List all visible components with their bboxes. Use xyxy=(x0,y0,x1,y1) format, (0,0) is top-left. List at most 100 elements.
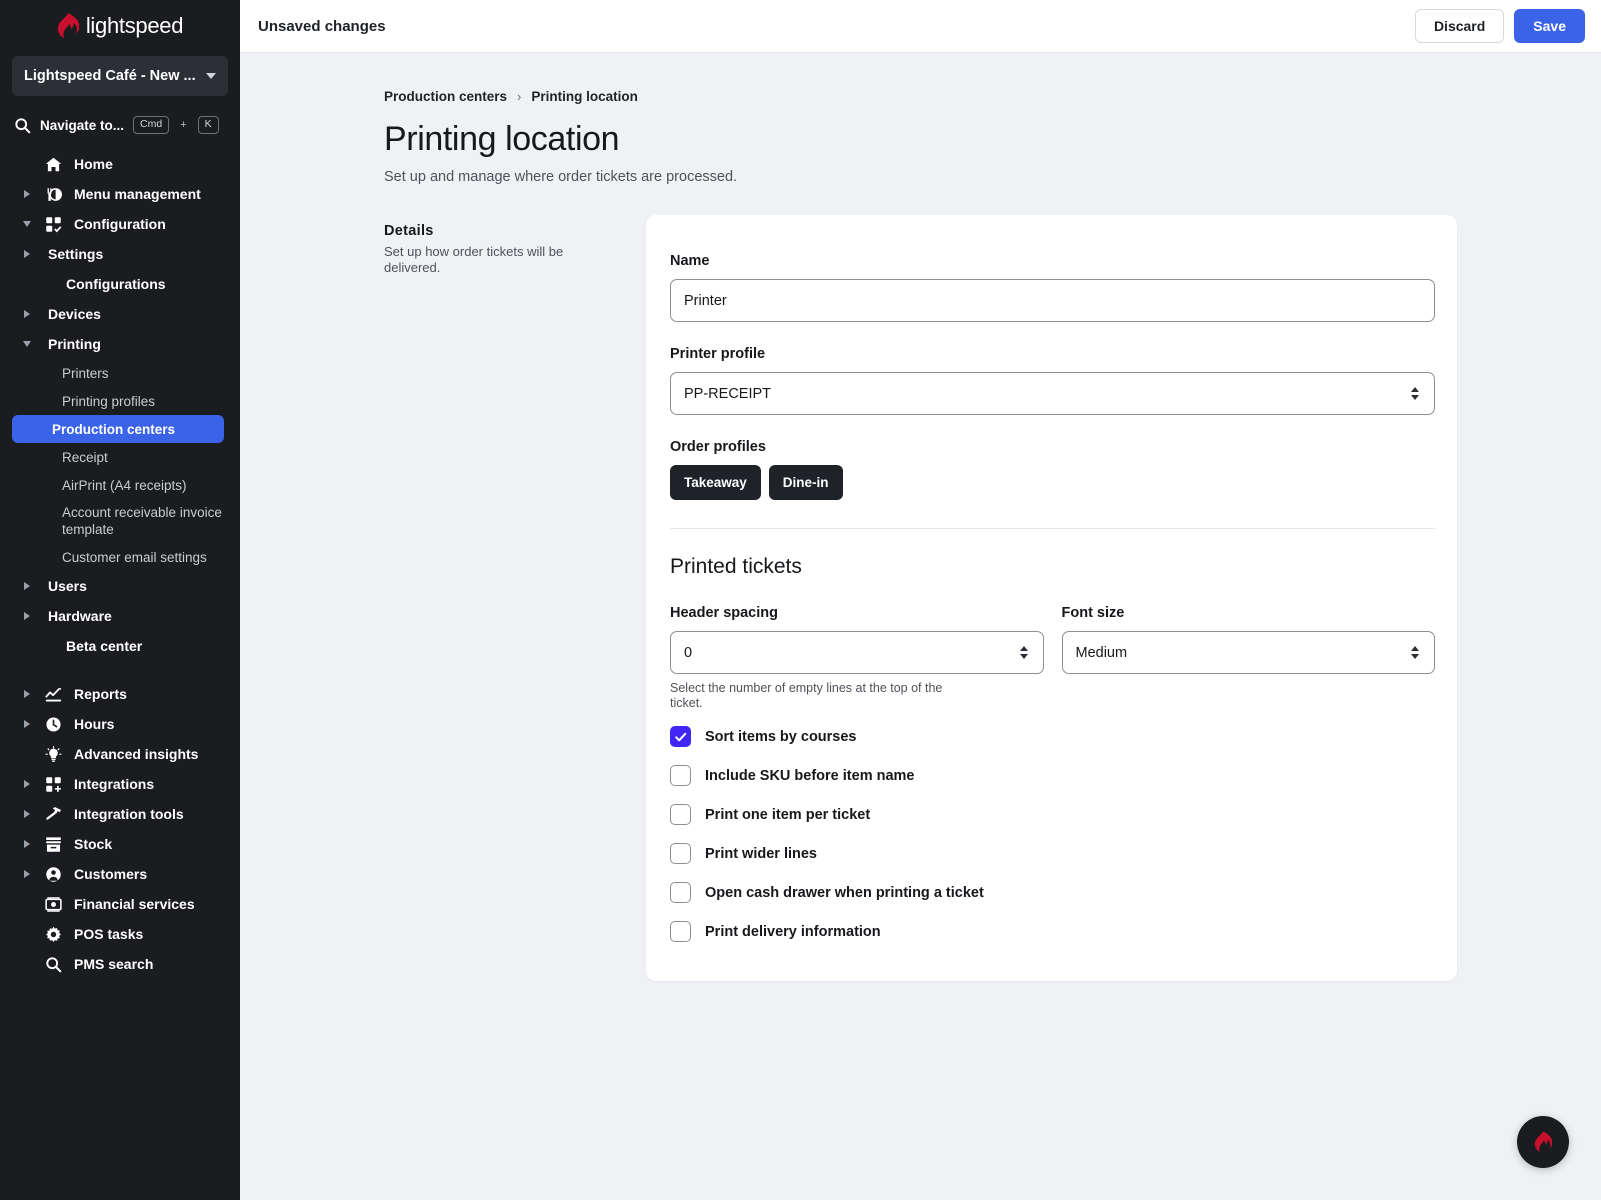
stepper-icon[interactable] xyxy=(1019,646,1028,659)
sidebar-item-label: Configuration xyxy=(74,215,166,232)
breadcrumb-parent[interactable]: Production centers xyxy=(384,89,507,104)
sidebar-item-beta-center[interactable]: Beta center xyxy=(0,631,240,661)
chevron-right-icon[interactable] xyxy=(18,810,36,818)
topbar: Unsaved changes Discard Save xyxy=(240,0,1601,53)
sidebar-item-label: Hours xyxy=(74,715,115,732)
sidebar-item-advanced-insights[interactable]: Advanced insights xyxy=(0,739,240,769)
order-profiles-label: Order profiles xyxy=(670,439,766,455)
sidebar-item-label: Devices xyxy=(48,305,101,322)
checkbox-row-sort-items-by-courses[interactable]: Sort items by courses xyxy=(670,717,1435,756)
chevron-right-icon[interactable] xyxy=(18,250,36,258)
checkbox-row-print-wider-lines[interactable]: Print wider lines xyxy=(670,834,1435,873)
sidebar-nav: Home Menu management Configuration Settings… xyxy=(0,149,240,979)
sidebar-item-printing[interactable]: Printing xyxy=(0,329,240,359)
navigate-to-search[interactable]: Navigate to... Cmd + K xyxy=(0,107,240,143)
kbd-plus: + xyxy=(180,119,187,131)
sidebar-item-integrations[interactable]: Integrations xyxy=(0,769,240,799)
sidebar-item-menu-management[interactable]: Menu management xyxy=(0,179,240,209)
order-profile-chip-takeaway[interactable]: Takeaway xyxy=(670,465,761,500)
chevron-down-icon[interactable] xyxy=(18,341,36,347)
checkbox-open-cash-drawer-when-printing-a-ticket[interactable] xyxy=(670,882,691,903)
checkbox-include-sku-before-item-name[interactable] xyxy=(670,765,691,786)
store-selector[interactable]: Lightspeed Café - New ... xyxy=(12,56,228,96)
check-icon xyxy=(674,732,686,741)
discard-button[interactable]: Discard xyxy=(1414,9,1505,43)
lightbulb-icon xyxy=(42,745,64,763)
checkbox-print-one-item-per-ticket[interactable] xyxy=(670,804,691,825)
app-root: lightspeed Lightspeed Café - New ... Nav… xyxy=(0,0,1601,1200)
navigate-label: Navigate to... xyxy=(40,117,125,133)
printer-profile-select[interactable]: PP-RECEIPT xyxy=(670,372,1435,415)
checkbox-label: Open cash drawer when printing a ticket xyxy=(705,884,984,901)
sidebar-item-airprint-a4-receipts[interactable]: AirPrint (A4 receipts) xyxy=(0,471,240,499)
sidebar-item-customers[interactable]: Customers xyxy=(0,859,240,889)
page-subtitle: Set up and manage where order tickets ar… xyxy=(384,169,738,185)
chevron-right-icon[interactable] xyxy=(18,780,36,788)
order-profile-chip-dine-in[interactable]: Dine-in xyxy=(768,465,843,500)
sidebar-item-customer-email-settings[interactable]: Customer email settings xyxy=(0,543,240,571)
gear-icon xyxy=(42,926,64,943)
chevron-right-icon[interactable] xyxy=(18,190,36,198)
chevron-right-icon[interactable] xyxy=(18,720,36,728)
ticket-settings-row: Header spacing 0 Select the number of em… xyxy=(670,605,1435,711)
details-aside-title: Details xyxy=(384,223,434,239)
chevron-right-icon[interactable] xyxy=(18,582,36,590)
sidebar-item-label: Home xyxy=(74,155,113,172)
checkbox-sort-items-by-courses[interactable] xyxy=(670,726,691,747)
chevron-right-icon[interactable] xyxy=(18,612,36,620)
sidebar-item-label: Receipt xyxy=(62,449,108,465)
checkbox-row-open-cash-drawer-when-printing-a-ticket[interactable]: Open cash drawer when printing a ticket xyxy=(670,873,1435,912)
sidebar-item-label: Hardware xyxy=(48,607,112,624)
sidebar-item-financial-services[interactable]: Financial services xyxy=(0,889,240,919)
checkbox-print-delivery-information[interactable] xyxy=(670,921,691,942)
checkbox-label: Print wider lines xyxy=(705,845,817,862)
sidebar-item-settings[interactable]: Settings xyxy=(0,239,240,269)
sidebar-item-configurations[interactable]: Configurations xyxy=(0,269,240,299)
brand-logo[interactable]: lightspeed xyxy=(0,0,240,52)
sidebar-item-production-centers[interactable]: Production centers xyxy=(12,415,224,443)
font-size-select[interactable]: Medium xyxy=(1061,631,1435,674)
unsaved-changes-status: Unsaved changes xyxy=(258,17,386,35)
printer-profile-field-group: Printer profile PP-RECEIPT xyxy=(670,346,1435,415)
name-input[interactable] xyxy=(670,279,1435,322)
sidebar-item-stock[interactable]: Stock xyxy=(0,829,240,859)
sidebar-item-pos-tasks[interactable]: POS tasks xyxy=(0,919,240,949)
sidebar-item-printing-profiles[interactable]: Printing profiles xyxy=(0,387,240,415)
sidebar-item-label: Integrations xyxy=(74,775,155,792)
checkbox-row-print-one-item-per-ticket[interactable]: Print one item per ticket xyxy=(670,795,1435,834)
sidebar-item-label: AirPrint (A4 receipts) xyxy=(62,477,187,493)
save-button[interactable]: Save xyxy=(1514,9,1585,43)
checkbox-row-include-sku-before-item-name[interactable]: Include SKU before item name xyxy=(670,756,1435,795)
name-field-group: Name xyxy=(670,253,1435,322)
chevron-right-icon[interactable] xyxy=(18,840,36,848)
chevron-down-icon[interactable] xyxy=(18,221,36,227)
stock-icon xyxy=(42,836,64,853)
sidebar-item-account-receivable-invoice-template[interactable]: Account receivable invoice template xyxy=(0,499,240,543)
select-stepper-icon xyxy=(1411,387,1419,400)
chevron-right-icon[interactable] xyxy=(18,310,36,318)
sidebar-item-devices[interactable]: Devices xyxy=(0,299,240,329)
customers-icon xyxy=(42,866,64,883)
checkbox-print-wider-lines[interactable] xyxy=(670,843,691,864)
sidebar-item-hours[interactable]: Hours xyxy=(0,709,240,739)
sidebar-item-receipt[interactable]: Receipt xyxy=(0,443,240,471)
sidebar-item-pms-search[interactable]: PMS search xyxy=(0,949,240,979)
sidebar-item-users[interactable]: Users xyxy=(0,571,240,601)
topbar-actions: Discard Save xyxy=(1414,9,1585,43)
header-spacing-stepper[interactable]: 0 xyxy=(670,631,1044,674)
header-spacing-value: 0 xyxy=(684,644,693,661)
chevron-right-icon[interactable] xyxy=(18,870,36,878)
chevron-right-icon[interactable] xyxy=(18,690,36,698)
sidebar-item-label: Stock xyxy=(74,835,113,852)
checkbox-row-print-delivery-information[interactable]: Print delivery information xyxy=(670,912,1435,951)
sidebar-item-printers[interactable]: Printers xyxy=(0,359,240,387)
sidebar-item-home[interactable]: Home xyxy=(0,149,240,179)
sidebar-item-label: Account receivable invoice template xyxy=(62,505,222,537)
help-fab-button[interactable] xyxy=(1517,1116,1569,1168)
sidebar-item-hardware[interactable]: Hardware xyxy=(0,601,240,631)
search-icon xyxy=(15,117,31,133)
sidebar-item-reports[interactable]: Reports xyxy=(0,679,240,709)
sidebar-item-label: Integration tools xyxy=(74,805,184,822)
sidebar-item-configuration[interactable]: Configuration xyxy=(0,209,240,239)
sidebar-item-integration-tools[interactable]: Integration tools xyxy=(0,799,240,829)
